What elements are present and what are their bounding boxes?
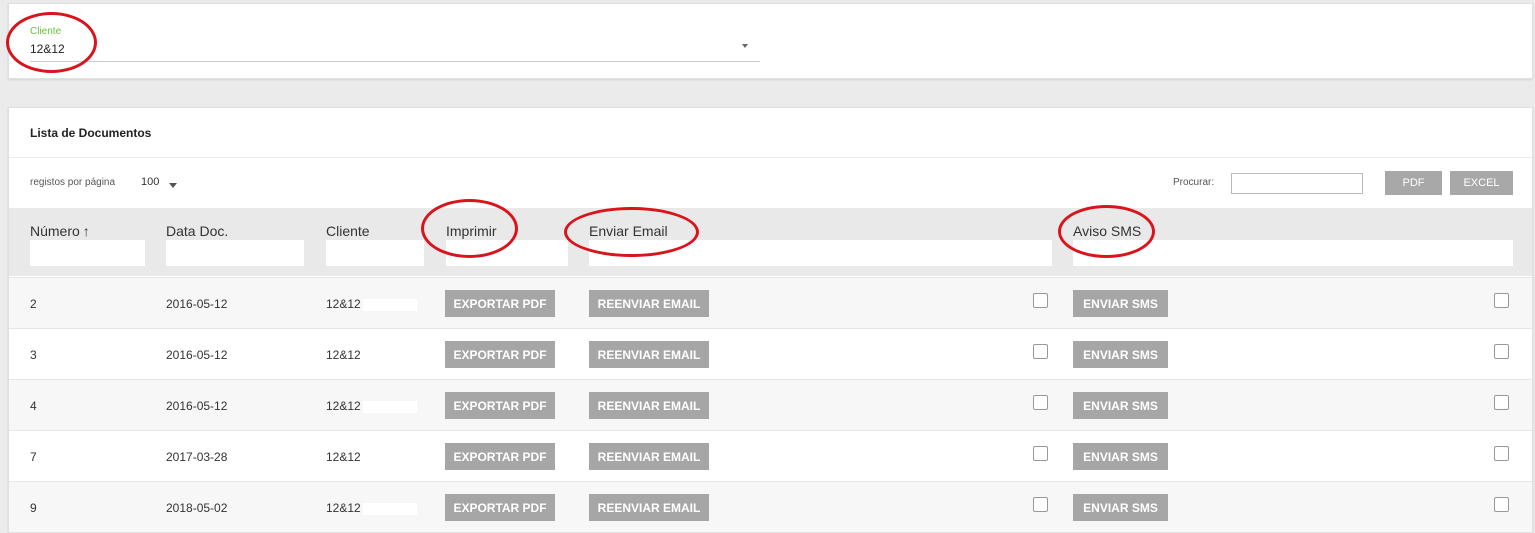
excel-export-button[interactable]: EXCEL bbox=[1450, 171, 1513, 195]
cell-cliente: 12&12 bbox=[326, 399, 417, 413]
export-pdf-button[interactable]: EXPORTAR PDF bbox=[445, 290, 555, 317]
table-row: 3 2016-05-12 12&12 EXPORTAR PDF REENVIAR… bbox=[9, 328, 1532, 379]
filter-cliente-input[interactable] bbox=[326, 240, 424, 266]
cell-cliente: 12&12 bbox=[326, 450, 417, 464]
sms-checkbox[interactable] bbox=[1494, 446, 1509, 461]
send-sms-button[interactable]: ENVIAR SMS bbox=[1073, 443, 1168, 470]
cell-numero: 4 bbox=[30, 399, 37, 413]
cell-numero: 7 bbox=[30, 450, 37, 464]
export-pdf-button[interactable]: EXPORTAR PDF bbox=[445, 494, 555, 521]
resend-email-button[interactable]: REENVIAR EMAIL bbox=[589, 392, 709, 419]
column-header-cliente[interactable]: Cliente bbox=[326, 223, 370, 239]
cell-cliente: 12&12 bbox=[326, 348, 417, 362]
redaction bbox=[362, 400, 417, 413]
search-input[interactable] bbox=[1231, 173, 1363, 194]
cell-data: 2016-05-12 bbox=[166, 297, 228, 311]
table-row: 9 2018-05-02 12&12 EXPORTAR PDF REENVIAR… bbox=[9, 481, 1532, 532]
export-pdf-button[interactable]: EXPORTAR PDF bbox=[445, 443, 555, 470]
email-checkbox[interactable] bbox=[1033, 497, 1048, 512]
send-sms-button[interactable]: ENVIAR SMS bbox=[1073, 392, 1168, 419]
export-pdf-button[interactable]: EXPORTAR PDF bbox=[445, 341, 555, 368]
sort-up-icon: ↑ bbox=[82, 223, 90, 239]
cell-cliente-text: 12&12 bbox=[326, 501, 361, 515]
sms-checkbox[interactable] bbox=[1494, 497, 1509, 512]
cell-data: 2016-05-12 bbox=[166, 399, 228, 413]
cell-cliente-text: 12&12 bbox=[326, 399, 361, 413]
chevron-down-icon[interactable] bbox=[169, 183, 177, 188]
send-sms-button[interactable]: ENVIAR SMS bbox=[1073, 290, 1168, 317]
column-label: Número bbox=[30, 223, 80, 239]
documents-card: Lista de Documentos registos por página … bbox=[8, 107, 1533, 533]
search-label: Procurar: bbox=[1173, 177, 1215, 188]
cell-numero: 9 bbox=[30, 501, 37, 515]
table-row: 4 2016-05-12 12&12 EXPORTAR PDF REENVIAR… bbox=[9, 379, 1532, 430]
export-pdf-button[interactable]: EXPORTAR PDF bbox=[445, 392, 555, 419]
cell-cliente: 12&12 bbox=[326, 501, 417, 515]
column-header-numero[interactable]: Número ↑ bbox=[30, 223, 90, 239]
cell-cliente-text: 12&12 bbox=[326, 450, 361, 464]
email-checkbox[interactable] bbox=[1033, 344, 1048, 359]
filter-imprimir-input[interactable] bbox=[446, 240, 568, 266]
redaction bbox=[362, 349, 417, 362]
redaction bbox=[362, 451, 417, 464]
table-row: 7 2017-03-28 12&12 EXPORTAR PDF REENVIAR… bbox=[9, 430, 1532, 481]
resend-email-button[interactable]: REENVIAR EMAIL bbox=[589, 443, 709, 470]
client-card: Cliente 12&12 bbox=[8, 3, 1533, 79]
redaction bbox=[362, 502, 417, 515]
resend-email-button[interactable]: REENVIAR EMAIL bbox=[589, 341, 709, 368]
sms-checkbox[interactable] bbox=[1494, 395, 1509, 410]
email-checkbox[interactable] bbox=[1033, 446, 1048, 461]
column-header-data[interactable]: Data Doc. bbox=[166, 223, 228, 239]
column-header-imprimir[interactable]: Imprimir bbox=[446, 223, 497, 239]
sms-checkbox[interactable] bbox=[1494, 293, 1509, 308]
client-label: Cliente bbox=[30, 26, 62, 37]
redaction bbox=[362, 298, 417, 311]
pdf-export-button[interactable]: PDF bbox=[1385, 171, 1442, 195]
email-checkbox[interactable] bbox=[1033, 395, 1048, 410]
email-checkbox[interactable] bbox=[1033, 293, 1048, 308]
filter-sms-input[interactable] bbox=[1073, 240, 1513, 266]
divider bbox=[9, 157, 1532, 158]
table-row: 2 2016-05-12 12&12 EXPORTAR PDF REENVIAR… bbox=[9, 277, 1532, 328]
filter-data-input[interactable] bbox=[166, 240, 304, 266]
cell-cliente-text: 12&12 bbox=[326, 297, 361, 311]
resend-email-button[interactable]: REENVIAR EMAIL bbox=[589, 290, 709, 317]
page-size-label: registos por página bbox=[30, 177, 116, 188]
cell-cliente-text: 12&12 bbox=[326, 348, 361, 362]
resend-email-button[interactable]: REENVIAR EMAIL bbox=[589, 494, 709, 521]
table-header: Número ↑ Data Doc. Cliente Imprimir Envia… bbox=[9, 208, 1532, 276]
cell-numero: 2 bbox=[30, 297, 37, 311]
cell-cliente: 12&12 bbox=[326, 297, 417, 311]
chevron-down-icon[interactable] bbox=[742, 44, 748, 48]
sms-checkbox[interactable] bbox=[1494, 344, 1509, 359]
page-size-select[interactable]: 100 bbox=[141, 176, 159, 188]
filter-email-input[interactable] bbox=[589, 240, 1052, 266]
column-header-sms[interactable]: Aviso SMS bbox=[1073, 223, 1141, 239]
client-value: 12&12 bbox=[30, 42, 65, 56]
cell-data: 2017-03-28 bbox=[166, 450, 228, 464]
column-header-email[interactable]: Enviar Email bbox=[589, 223, 668, 239]
cell-data: 2016-05-12 bbox=[166, 348, 228, 362]
documents-title: Lista de Documentos bbox=[30, 126, 152, 140]
cell-numero: 3 bbox=[30, 348, 37, 362]
cell-data: 2018-05-02 bbox=[166, 501, 228, 515]
send-sms-button[interactable]: ENVIAR SMS bbox=[1073, 341, 1168, 368]
filter-numero-input[interactable] bbox=[30, 240, 145, 266]
send-sms-button[interactable]: ENVIAR SMS bbox=[1073, 494, 1168, 521]
client-select[interactable]: Cliente 12&12 bbox=[30, 24, 760, 62]
